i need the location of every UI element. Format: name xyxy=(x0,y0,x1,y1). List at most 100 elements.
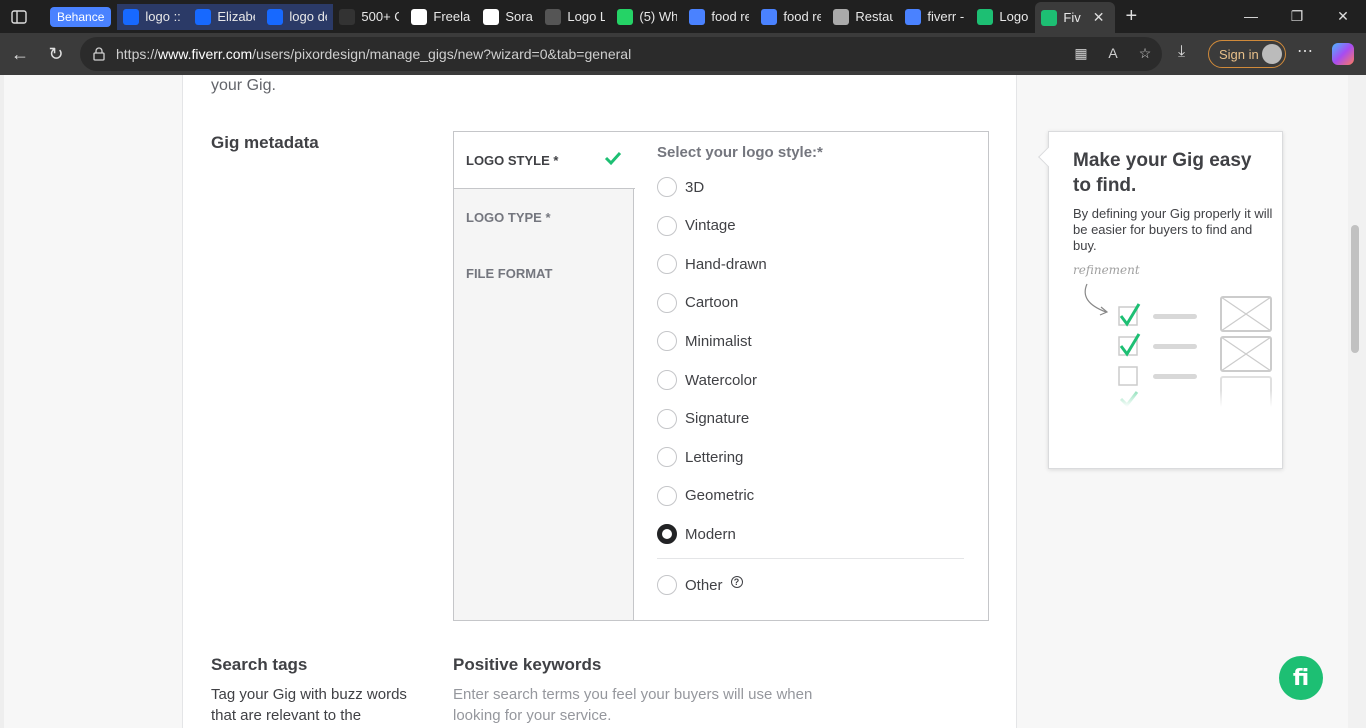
help-icon[interactable]: ? xyxy=(730,576,743,588)
radio-option-other[interactable]: Other ? xyxy=(657,575,743,595)
globe-icon xyxy=(833,8,850,25)
sidebar-toggle-icon[interactable] xyxy=(0,0,38,33)
copilot-icon[interactable] xyxy=(1332,43,1354,65)
radio-option-geometric[interactable]: Geometric xyxy=(657,485,754,506)
radio-button[interactable] xyxy=(657,485,677,506)
radio-button[interactable] xyxy=(657,447,677,468)
radio-option-3d[interactable]: 3D xyxy=(657,177,704,197)
sign-in-button[interactable]: Sign in xyxy=(1208,40,1286,68)
options-divider xyxy=(657,558,964,559)
radio-button[interactable] xyxy=(657,254,677,275)
app-install-icon[interactable]: ▦ xyxy=(1072,45,1090,63)
browser-tab[interactable]: Restaur xyxy=(827,4,899,30)
refresh-icon[interactable]: ↻ xyxy=(38,36,74,72)
more-options-icon[interactable]: ⋯ xyxy=(1297,41,1313,61)
browser-tab[interactable]: 500+ C xyxy=(333,4,405,30)
openai-icon xyxy=(411,8,428,25)
logo-style-question: Select your logo style:* xyxy=(657,144,823,161)
close-window-icon[interactable]: ✕ xyxy=(1320,8,1366,25)
radio-option-vintage[interactable]: Vintage xyxy=(657,215,736,236)
radio-label: Vintage xyxy=(685,217,736,235)
radio-option-lettering[interactable]: Lettering xyxy=(657,447,744,468)
scrollbar-thumb[interactable] xyxy=(1351,225,1359,353)
tab-logo-style[interactable]: LOGO STYLE * xyxy=(454,132,635,189)
tab-group-label[interactable]: Behance xyxy=(50,6,112,27)
behance-icon xyxy=(123,8,140,25)
behance-icon xyxy=(267,8,284,25)
browser-tab[interactable]: food re xyxy=(683,4,755,30)
radio-option-cartoon[interactable]: Cartoon xyxy=(657,292,739,313)
radio-label: Modern xyxy=(685,525,736,543)
radio-option-hand-drawn[interactable]: Hand-drawn xyxy=(657,254,767,275)
radio-option-minimalist[interactable]: Minimalist xyxy=(657,331,752,352)
tab-file-format[interactable]: FILE FORMAT xyxy=(454,245,634,302)
restore-icon[interactable]: ❐ xyxy=(1274,8,1320,25)
radio-label: Minimalist xyxy=(685,332,752,350)
radio-button[interactable] xyxy=(657,177,677,197)
tab-title: Logo D xyxy=(999,9,1029,24)
search-tags-title: Search tags xyxy=(211,655,308,674)
browser-tab[interactable]: Sora xyxy=(477,4,539,30)
gig-metadata-box: LOGO STYLE * LOGO TYPE * FILE FORMAT Sel… xyxy=(453,131,989,621)
radio-button[interactable] xyxy=(657,292,677,313)
browser-tab[interactable]: logo :: E xyxy=(117,3,190,30)
browser-tab[interactable]: Freelan xyxy=(405,4,477,30)
radio-button[interactable] xyxy=(657,215,677,236)
browser-tab[interactable]: logo de xyxy=(261,3,334,30)
page-scrollbar[interactable] xyxy=(1348,75,1366,728)
browser-tab[interactable]: fiverr - xyxy=(899,4,971,30)
browser-tab[interactable]: Logo La xyxy=(539,4,611,30)
radio-label: Cartoon xyxy=(685,294,739,312)
radio-option-watercolor[interactable]: Watercolor xyxy=(657,370,757,390)
lock-icon[interactable] xyxy=(92,47,106,61)
tab-title: Fiv xyxy=(1063,10,1081,25)
browser-toolbar: ← ↻ https://www.fiverr.com/users/pixorde… xyxy=(0,33,1366,75)
browser-tab[interactable]: (5) Wha xyxy=(611,4,683,30)
browser-tab[interactable]: food re xyxy=(755,4,827,30)
radio-button[interactable] xyxy=(657,331,677,352)
positive-keywords-title: Positive keywords xyxy=(453,655,602,674)
tab-title: food re xyxy=(711,9,750,24)
radio-label: Lettering xyxy=(685,448,744,466)
site-icon xyxy=(339,8,356,25)
radio-option-modern[interactable]: Modern xyxy=(657,524,736,545)
tab-title: Elizabet xyxy=(217,9,255,24)
tab-title: Sora xyxy=(505,9,533,24)
radio-label-other: Other xyxy=(685,576,723,594)
read-aloud-icon[interactable]: A xyxy=(1104,45,1122,63)
radio-button[interactable] xyxy=(657,575,677,595)
minimize-icon[interactable]: — xyxy=(1228,8,1274,25)
download-icon[interactable]: ⤓ xyxy=(1178,43,1185,61)
radio-label: Signature xyxy=(685,410,750,428)
fiverr-chat-button[interactable]: fi xyxy=(1279,656,1323,700)
radio-label: 3D xyxy=(685,178,705,196)
search-tags-description: Tag your Gig with buzz words that are re… xyxy=(211,686,407,724)
search-icon xyxy=(689,8,706,25)
fiverr-logo-icon: fi xyxy=(1292,665,1310,691)
avatar xyxy=(1262,44,1282,64)
address-bar[interactable]: https://www.fiverr.com/users/pixordesign… xyxy=(80,37,1162,71)
refinement-illustration: refinement xyxy=(1071,263,1276,407)
radio-button[interactable] xyxy=(657,408,677,429)
browser-tab-bar: Behance logo :: E Elizabet logo de 500+ C Fr… xyxy=(0,0,1366,33)
intro-text: your Gig. xyxy=(211,77,276,94)
new-tab-button[interactable]: + xyxy=(1115,5,1147,28)
radio-option-signature[interactable]: Signature xyxy=(657,408,750,429)
back-arrow-icon[interactable]: ← xyxy=(2,36,38,72)
illustration-label: refinement xyxy=(1073,263,1140,277)
close-tab-icon[interactable]: ✕ xyxy=(1093,9,1105,26)
tab-file-format-label: FILE FORMAT xyxy=(466,266,553,281)
check-icon xyxy=(604,151,622,166)
tab-logo-type[interactable]: LOGO TYPE * xyxy=(454,189,634,246)
browser-tab[interactable]: Logo D xyxy=(971,4,1035,30)
page-gutter xyxy=(0,75,4,728)
whatsapp-icon xyxy=(617,8,634,25)
favorite-star-icon[interactable]: ☆ xyxy=(1136,45,1154,63)
browser-tab[interactable]: Fiv ✕ xyxy=(1035,2,1116,33)
tab-title: 500+ C xyxy=(361,9,400,24)
radio-button[interactable] xyxy=(657,524,677,545)
fiverr-icon xyxy=(977,8,994,25)
positive-keywords-description: Enter search terms you feel your buyers … xyxy=(453,686,813,724)
radio-button[interactable] xyxy=(657,370,677,390)
browser-tab[interactable]: Elizabet xyxy=(189,3,262,30)
